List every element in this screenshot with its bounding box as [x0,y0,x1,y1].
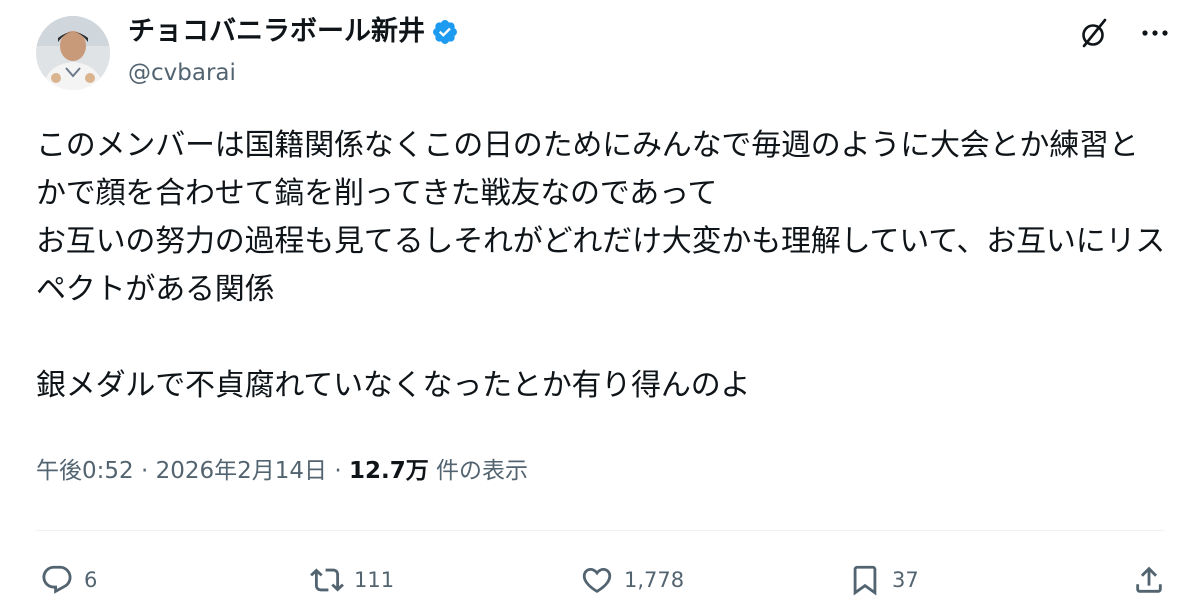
heart-icon [582,567,612,593]
share-button[interactable] [1132,560,1166,600]
meta-separator: · [140,458,149,484]
tweet-date[interactable]: 2026年2月14日 [156,458,327,484]
avatar[interactable] [36,16,110,90]
header-actions [1078,16,1170,50]
tweet-time[interactable]: 午後0:52 [36,458,134,484]
bookmark-icon [853,565,877,596]
tweet-meta: 午後0:52 · 2026年2月14日 · 12.7万 件の表示 [36,454,528,488]
tweet-text: このメンバーは国籍関係なくこの日のためにみんなで毎週のように大会とか練習とかで顔… [36,128,1166,403]
reply-count: 6 [84,568,98,592]
grok-button[interactable] [1078,16,1112,50]
reply-button[interactable]: 6 [40,560,97,600]
handle[interactable]: @cvbarai [128,56,236,90]
more-button[interactable] [1140,18,1170,48]
display-name[interactable]: チョコバニラボール新井 [128,12,459,52]
like-count: 1,778 [624,568,685,592]
reply-icon [42,565,72,594]
share-icon [1136,566,1162,593]
retweet-button[interactable]: 111 [310,560,394,600]
divider [36,530,1164,531]
more-icon [1142,30,1168,36]
display-name-text[interactable]: チョコバニラボール新井 [128,12,425,52]
retweet-count: 111 [354,568,395,592]
like-button[interactable]: 1,778 [580,560,684,600]
retweet-icon [310,568,344,592]
verified-badge-icon [433,20,457,44]
profile-photo [36,16,110,90]
views-count: 12.7万 [348,458,429,484]
views-label: 件の表示 [436,458,529,484]
bookmark-button[interactable]: 37 [848,560,919,600]
grok-icon [1082,18,1107,48]
action-bar: 6 111 1,778 37 [40,560,1166,600]
meta-separator: · [334,458,342,484]
bookmark-count: 37 [892,568,919,592]
